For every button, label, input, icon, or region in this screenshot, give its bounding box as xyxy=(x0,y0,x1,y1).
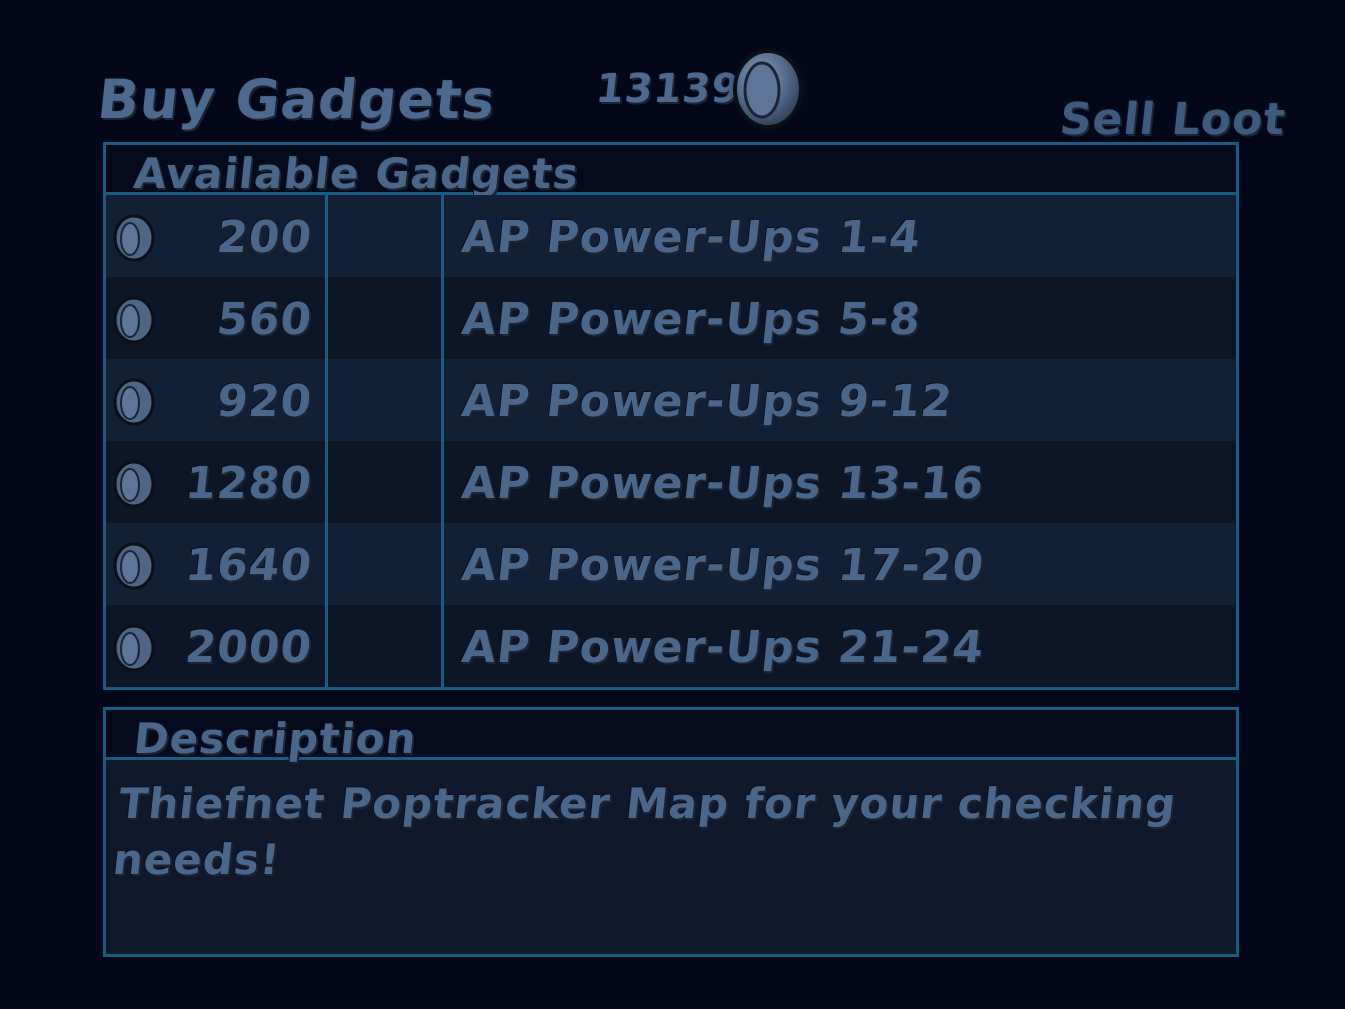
gadget-row[interactable]: 1280 AP Power-Ups 13-16 xyxy=(106,441,1236,523)
sell-loot-button[interactable]: Sell Loot xyxy=(1057,94,1288,145)
description-panel-header: Description xyxy=(106,710,1236,763)
gadget-price: 1640 xyxy=(182,540,315,591)
gadgets-panel-header: Available Gadgets xyxy=(106,145,1236,198)
gadget-name: AP Power-Ups 21-24 xyxy=(459,622,987,673)
description-panel-title: Description xyxy=(131,714,420,763)
gadget-name: AP Power-Ups 13-16 xyxy=(459,458,987,509)
gadget-name: AP Power-Ups 9-12 xyxy=(459,376,956,427)
gadget-row[interactable]: 1640 AP Power-Ups 17-20 xyxy=(106,523,1236,605)
gadget-row[interactable]: 920 AP Power-Ups 9-12 xyxy=(106,359,1236,441)
gadget-name: AP Power-Ups 17-20 xyxy=(459,540,987,591)
gadget-price: 920 xyxy=(214,376,315,427)
shop-screen: Buy Gadgets 13139 Sell Loot Available Ga… xyxy=(0,0,1345,1009)
gadgets-panel-title: Available Gadgets xyxy=(131,149,582,198)
gadget-row[interactable]: 2000 AP Power-Ups 21-24 xyxy=(106,605,1236,687)
coin-count: 13139 xyxy=(593,66,743,112)
gadget-price: 1280 xyxy=(182,458,315,509)
gadget-price: 200 xyxy=(214,212,315,263)
column-divider xyxy=(325,195,328,687)
description-panel: Description Thiefnet Poptracker Map for … xyxy=(103,707,1239,957)
column-divider xyxy=(441,195,444,687)
available-gadgets-panel: Available Gadgets 200 AP Power-Ups 1-4 5… xyxy=(103,142,1239,690)
gadget-row[interactable]: 200 AP Power-Ups 1-4 xyxy=(106,195,1236,277)
gadget-row[interactable]: 560 AP Power-Ups 5-8 xyxy=(106,277,1236,359)
gadget-list: 200 AP Power-Ups 1-4 560 AP Power-Ups 5-… xyxy=(106,195,1236,687)
gadget-name: AP Power-Ups 1-4 xyxy=(459,212,924,263)
coin-icon xyxy=(725,43,815,135)
gadget-price: 560 xyxy=(214,294,315,345)
gadget-name: AP Power-Ups 5-8 xyxy=(459,294,924,345)
description-text: Thiefnet Poptracker Map for your checkin… xyxy=(110,779,1179,884)
gadget-price: 2000 xyxy=(182,622,315,673)
page-title: Buy Gadgets xyxy=(94,68,499,131)
